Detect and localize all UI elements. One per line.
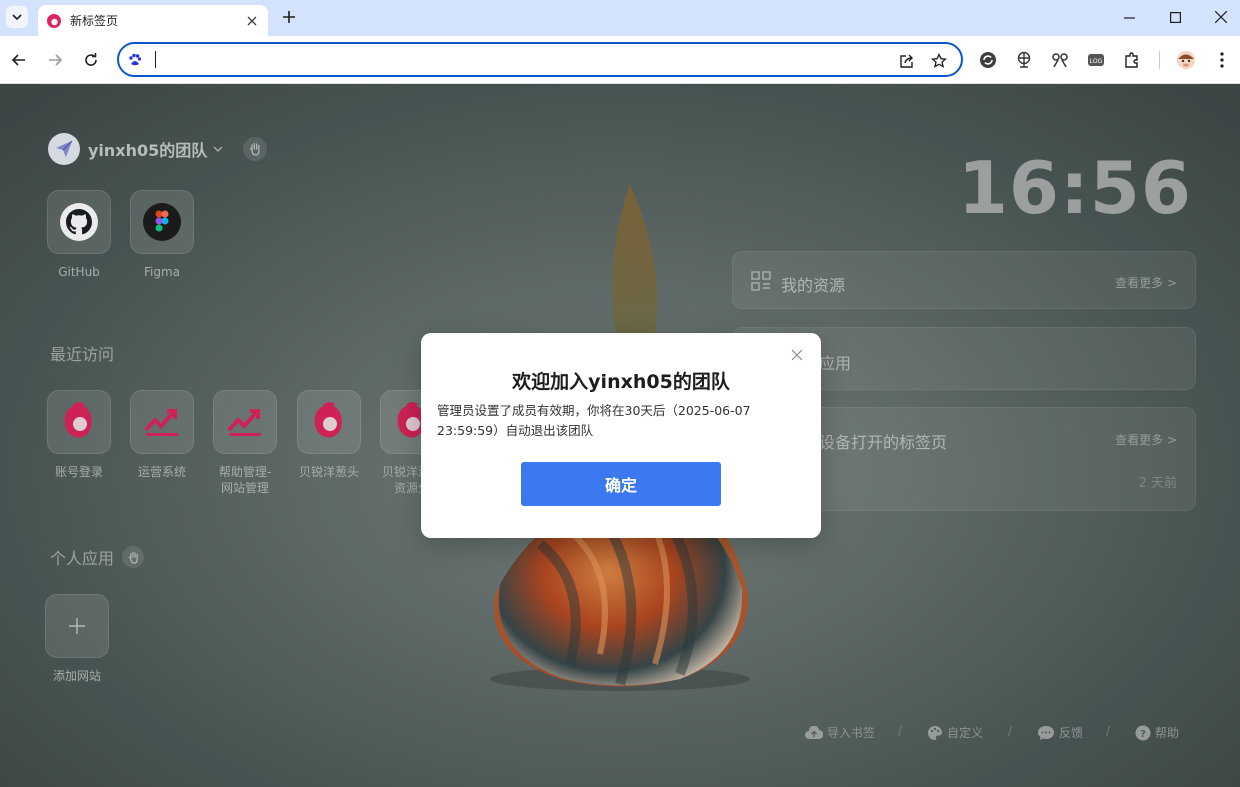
chevron-down-icon [12, 14, 22, 21]
dialog-message: 管理员设置了成员有效期，你将在30天后（2025-06-07 23:59:59）… [437, 403, 751, 438]
maximize-icon [1169, 11, 1181, 23]
reload-button[interactable] [79, 48, 103, 72]
arrow-left-icon [11, 54, 25, 66]
log-extension-button[interactable]: LOG [1085, 49, 1107, 71]
bookmark-star-button[interactable] [929, 51, 949, 71]
close-icon [1215, 11, 1227, 23]
puzzle-icon [1125, 52, 1138, 68]
chrome-menu-button[interactable] [1211, 49, 1233, 71]
profile-avatar-button[interactable] [1175, 49, 1197, 71]
minimize-icon [1123, 16, 1135, 19]
sync-extension-button[interactable] [977, 49, 999, 71]
close-dialog-button[interactable] [787, 345, 807, 365]
tab-search-button[interactable] [6, 6, 28, 28]
globe-pin-icon [1017, 51, 1031, 68]
browser-toolbar: LOG [0, 36, 1240, 84]
forward-button[interactable] [43, 48, 67, 72]
tab-title: 新标签页 [70, 14, 119, 28]
confirm-button[interactable]: 确定 [521, 462, 721, 506]
share-button[interactable] [897, 51, 917, 71]
arrow-right-icon [49, 54, 63, 66]
sync-icon [980, 52, 996, 68]
join-team-dialog: 欢迎加入yinxh05的团队 管理员设置了成员有效期，你将在30天后（2025-… [421, 333, 821, 538]
reload-icon [85, 53, 97, 66]
spy-icon [1052, 53, 1068, 68]
more-vertical-icon [1220, 52, 1224, 68]
minimize-button[interactable] [1106, 2, 1152, 32]
text-caret [155, 51, 156, 68]
onion-logo-icon [47, 13, 61, 28]
svg-text:LOG: LOG [1090, 58, 1103, 65]
close-window-button[interactable] [1198, 2, 1240, 32]
address-bar[interactable] [117, 42, 963, 77]
address-input[interactable] [153, 48, 853, 71]
maximize-button[interactable] [1152, 2, 1198, 32]
spy-extension-button[interactable] [1049, 49, 1071, 71]
close-tab-icon[interactable] [244, 13, 260, 29]
share-icon [900, 54, 913, 68]
new-tab-button[interactable] [278, 6, 300, 28]
toolbar-divider [1159, 51, 1160, 69]
star-icon [931, 53, 947, 68]
back-button[interactable] [7, 48, 31, 72]
vpn-extension-button[interactable] [1013, 49, 1035, 71]
plus-icon [283, 11, 295, 23]
active-tab[interactable]: 新标签页 [38, 5, 268, 36]
extensions-button[interactable] [1121, 49, 1143, 71]
baidu-paw-icon [129, 53, 142, 66]
tab-strip: 新标签页 [0, 0, 1240, 36]
monkey-avatar-icon [1177, 51, 1195, 69]
log-icon: LOG [1088, 54, 1104, 66]
close-icon [791, 349, 803, 361]
dialog-title: 欢迎加入yinxh05的团队 [512, 371, 730, 393]
